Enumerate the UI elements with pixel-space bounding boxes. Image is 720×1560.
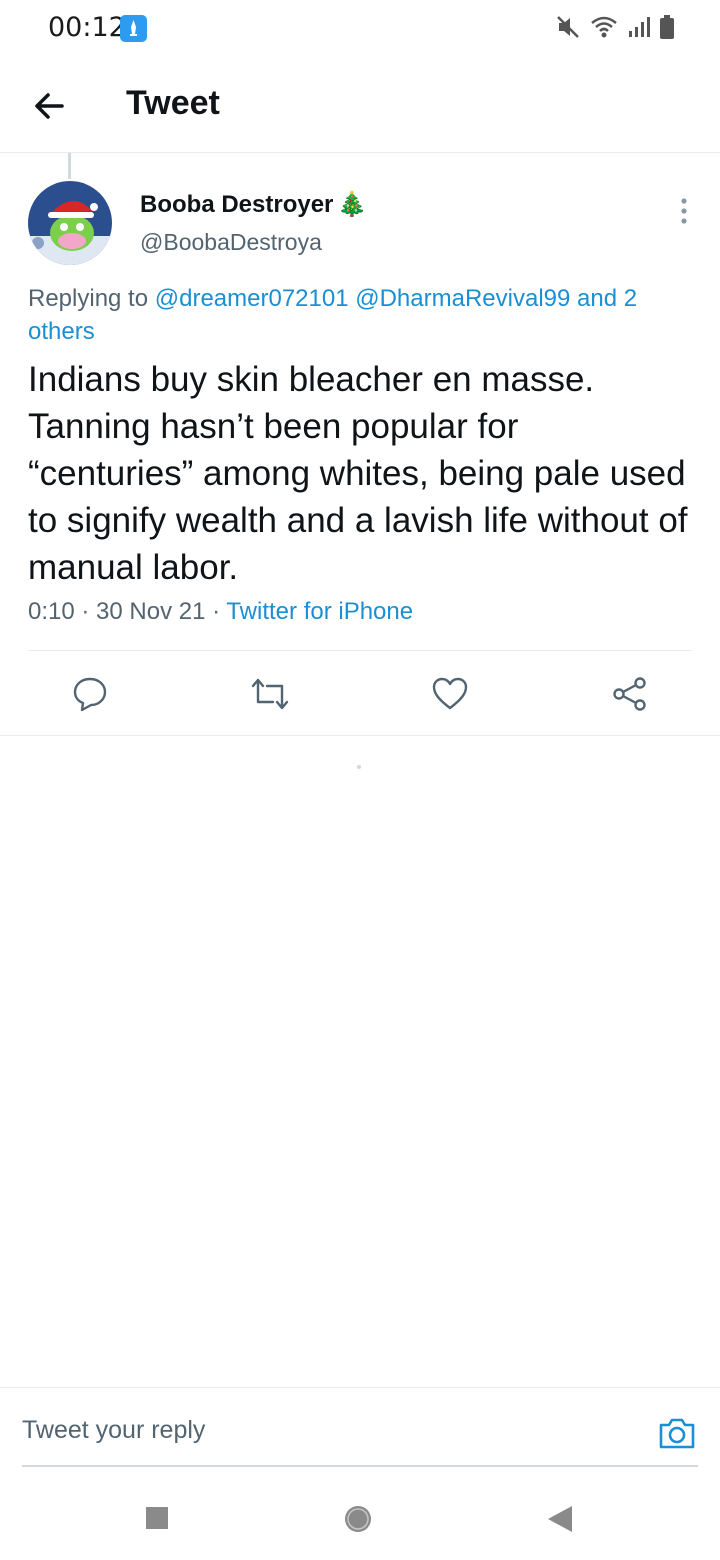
tweet-metadata: 0:10 · 30 Nov 21 · Twitter for iPhone [28, 598, 413, 626]
launcher-app-icon [120, 15, 147, 42]
reply-input-underline [22, 1465, 698, 1467]
reply-input[interactable]: Tweet your reply [22, 1416, 205, 1445]
reply-icon[interactable] [72, 676, 108, 712]
tweet-text: Indians buy skin bleacher en masse. Tann… [28, 360, 688, 587]
camera-icon[interactable] [658, 1414, 696, 1452]
divider [28, 650, 692, 651]
loading-indicator [357, 765, 361, 769]
more-options-icon[interactable] [680, 198, 688, 224]
share-icon[interactable] [612, 676, 648, 712]
status-icons [556, 14, 674, 45]
wifi-icon [590, 15, 618, 44]
thread-connector-line [68, 153, 71, 179]
signal-icon [628, 15, 650, 44]
home-circle-icon[interactable] [338, 1499, 378, 1539]
battery-icon [660, 15, 674, 44]
status-time: 00:12 [48, 12, 126, 43]
tweet-action-bar [0, 660, 720, 734]
page-title: Tweet [126, 84, 220, 122]
top-app-bar: Tweet [0, 56, 720, 153]
divider [0, 735, 720, 736]
back-triangle-icon[interactable] [540, 1499, 580, 1539]
system-nav-bar [0, 1475, 720, 1560]
display-name-text: Booba Destroyer [140, 190, 334, 218]
like-icon[interactable] [432, 676, 468, 712]
tweet-timestamp: 0:10 · 30 Nov 21 · [28, 598, 227, 625]
user-handle[interactable]: @BoobaDestroya [140, 229, 322, 256]
retweet-icon[interactable] [251, 676, 289, 712]
display-name[interactable]: Booba Destroyer 🎄 [140, 190, 367, 219]
mute-icon [556, 14, 580, 45]
divider [0, 1387, 720, 1388]
recents-square-icon[interactable] [138, 1499, 178, 1539]
avatar[interactable] [28, 181, 112, 265]
arrow-left-icon[interactable] [30, 86, 70, 126]
tweet-source-link[interactable]: Twitter for iPhone [226, 598, 413, 625]
christmas-tree-emoji: 🎄 [337, 191, 368, 218]
replying-prefix: Replying to [28, 285, 149, 312]
status-bar: 00:12 [0, 0, 720, 56]
replying-to-line: Replying to @dreamer072101 @DharmaReviva… [28, 282, 678, 348]
